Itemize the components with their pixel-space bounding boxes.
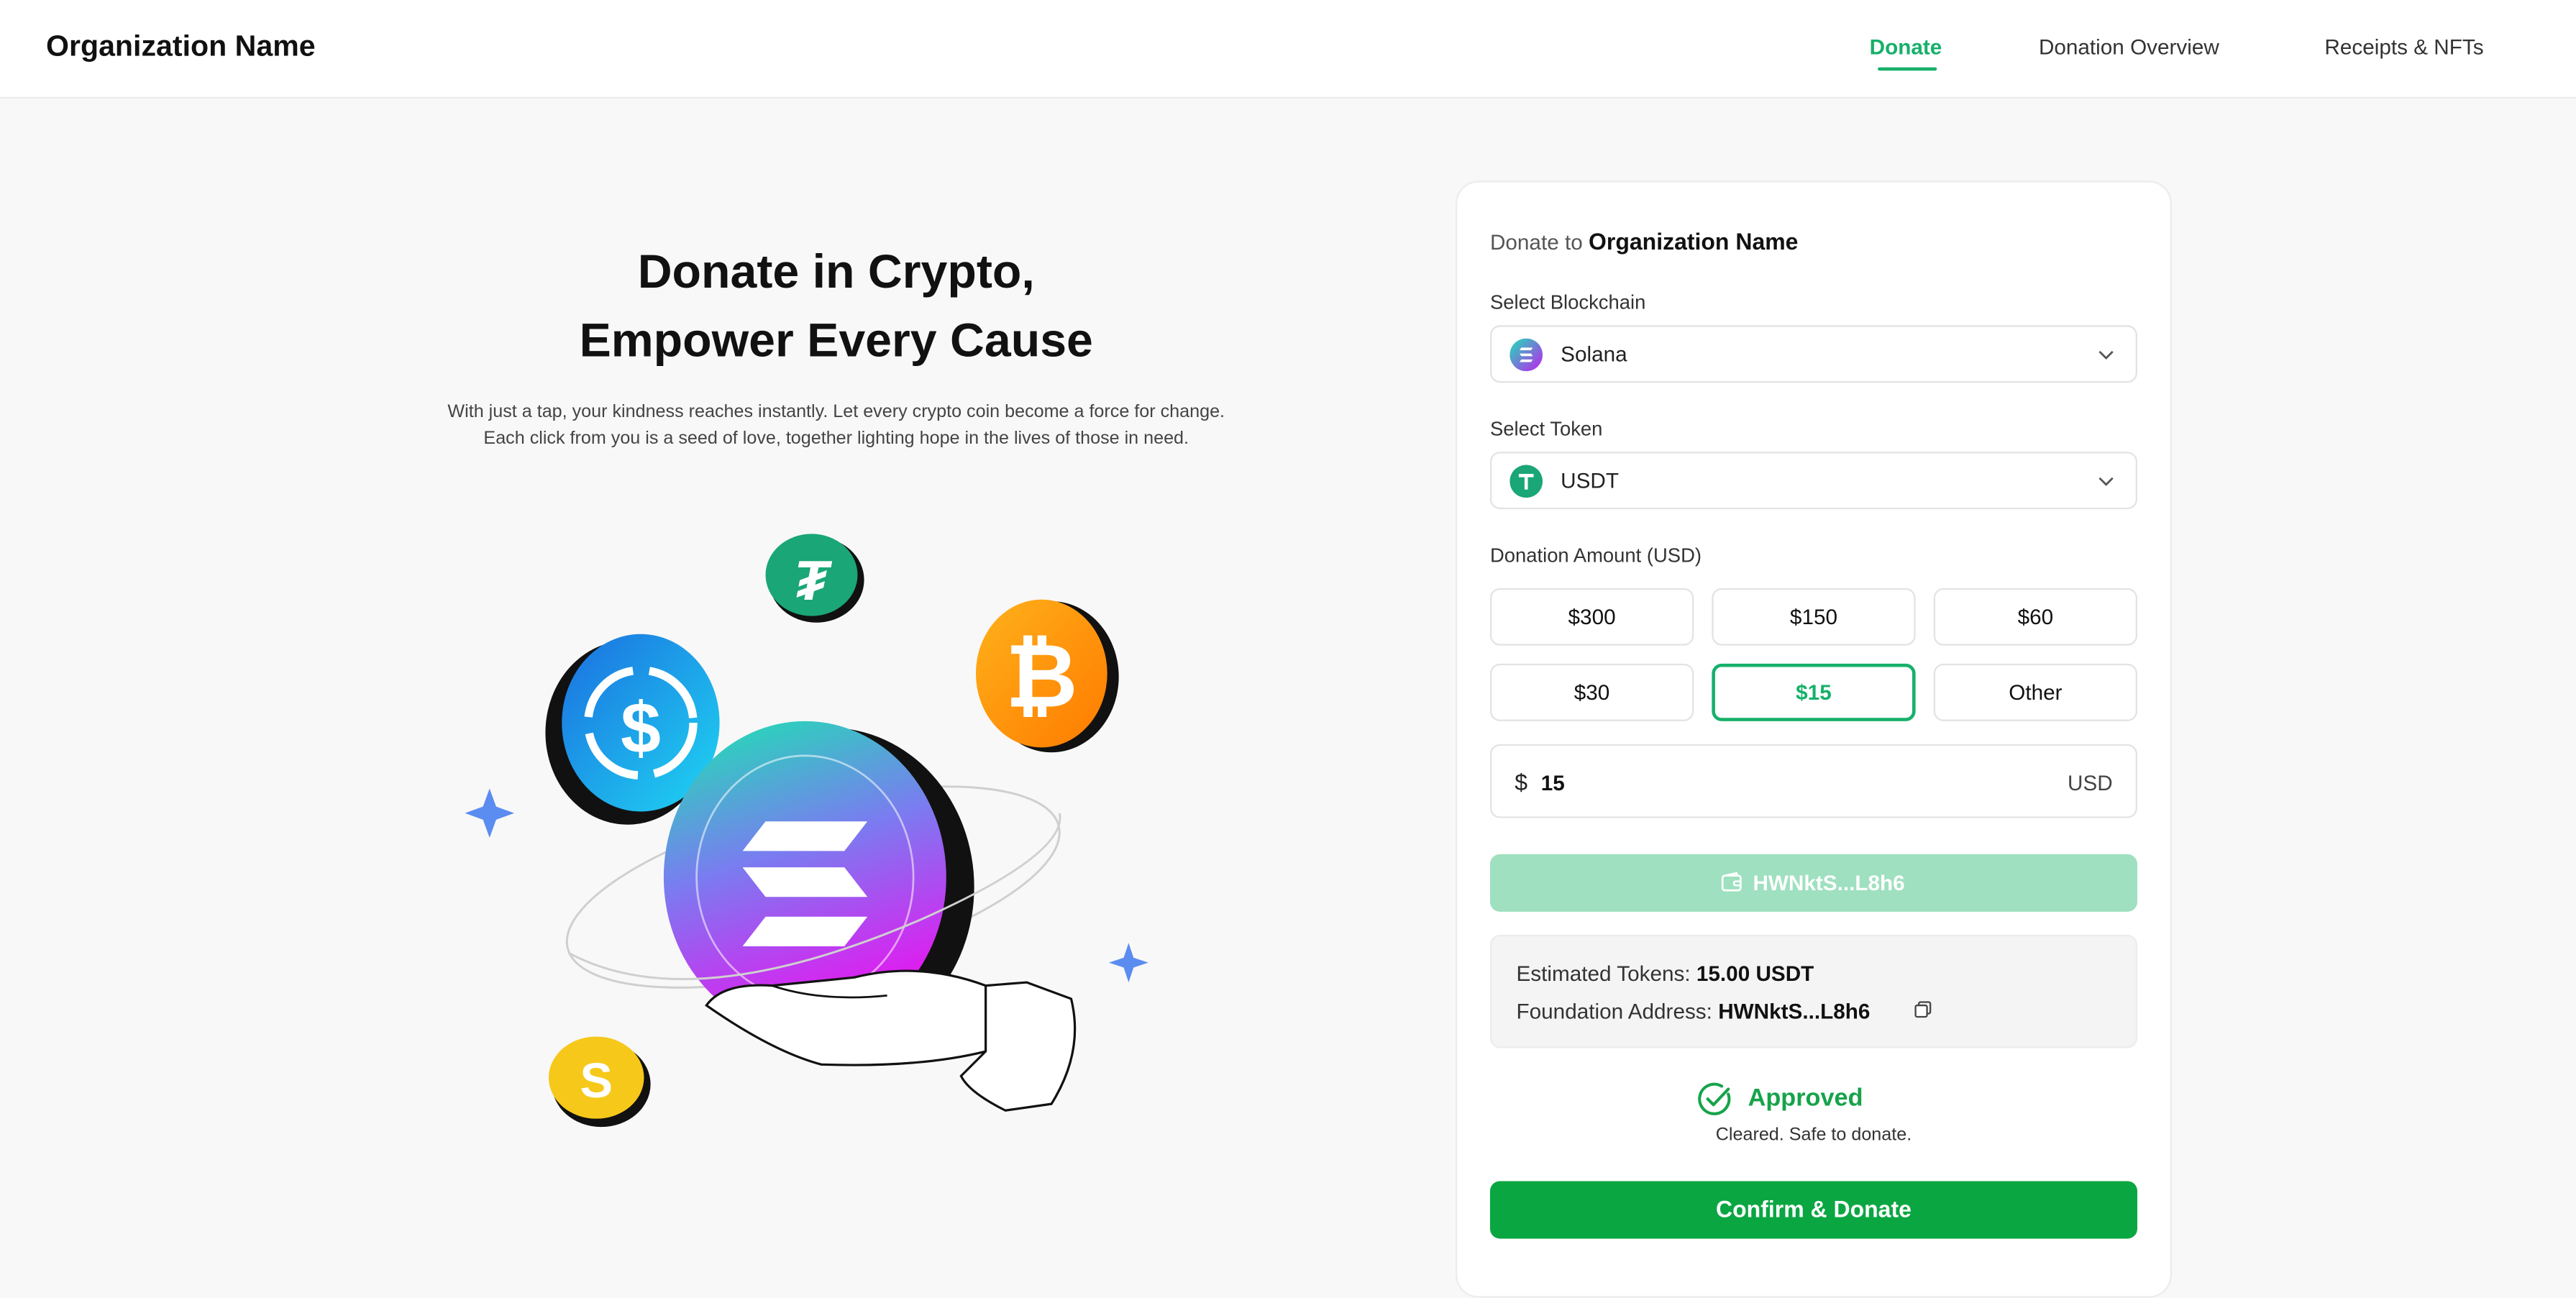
amount-label: Donation Amount (USD) xyxy=(1489,544,1702,567)
nav-active-indicator xyxy=(1878,67,1937,71)
chevron-down-icon xyxy=(2098,350,2114,360)
amount-option-other[interactable]: Other xyxy=(1933,663,2138,721)
foundation-address-row: Foundation Address: HWNktS...L8h6 xyxy=(1517,999,1871,1023)
token-label: Select Token xyxy=(1489,417,1603,441)
amount-value[interactable]: 15 xyxy=(1541,770,1565,795)
foundation-address-value: HWNktS...L8h6 xyxy=(1718,998,1871,1024)
top-navbar: Organization Name Donate Donation Overvi… xyxy=(0,0,2576,99)
solana-icon xyxy=(1509,338,1543,372)
token-select[interactable]: USDT xyxy=(1489,452,2138,510)
usdt-icon xyxy=(1509,465,1543,498)
svg-text:$: $ xyxy=(621,687,661,768)
svg-text:₮: ₮ xyxy=(795,550,833,612)
amount-option-60[interactable]: $60 xyxy=(1933,588,2138,646)
chevron-down-icon xyxy=(2098,477,2114,486)
wallet-icon xyxy=(1721,872,1742,892)
amount-option-300[interactable]: $300 xyxy=(1489,588,1694,646)
hero-title-line1: Donate in Crypto, xyxy=(637,246,1035,299)
sparkle-left-icon xyxy=(465,788,515,838)
check-circle-icon xyxy=(1698,1082,1731,1115)
approval-status-title: Approved xyxy=(1748,1084,1863,1112)
approval-status: Approved xyxy=(1697,1079,1927,1119)
estimated-tokens-row: Estimated Tokens: 15.00 USDT xyxy=(1517,961,1814,985)
brand-name[interactable]: Organization Name xyxy=(46,29,316,64)
copy-icon[interactable] xyxy=(1914,1000,1932,1018)
donation-card: Donate to Organization Name Select Block… xyxy=(1455,180,2172,1298)
estimated-tokens-label: Estimated Tokens: xyxy=(1516,961,1691,986)
page-root: Organization Name Donate Donation Overvi… xyxy=(0,0,2576,1298)
card-title: Donate to Organization Name xyxy=(1490,229,1799,255)
nav-donate[interactable]: Donate xyxy=(1870,35,1942,59)
card-title-org: Organization Name xyxy=(1589,228,1799,255)
nav-donation-overview[interactable]: Donation Overview xyxy=(2039,35,2219,59)
blockchain-value: Solana xyxy=(1561,342,1627,367)
amount-option-15[interactable]: $15 xyxy=(1712,663,1916,721)
custom-amount-input[interactable]: $ 15 USD xyxy=(1489,744,2138,818)
donation-summary-box: Estimated Tokens: 15.00 USDT Foundation … xyxy=(1489,934,2138,1048)
hero-subtitle-line1: With just a tap, your kindness reaches i… xyxy=(447,402,1225,423)
hero-subtitle-line2: Each click from you is a seed of love, t… xyxy=(483,429,1189,449)
amount-unit: USD xyxy=(2068,770,2113,795)
wallet-address-label: HWNktS...L8h6 xyxy=(1753,870,1905,895)
token-value: USDT xyxy=(1561,468,1620,493)
blockchain-label: Select Blockchain xyxy=(1489,291,1646,314)
hero-title-line2: Empower Every Cause xyxy=(579,315,1093,368)
foundation-address-label: Foundation Address: xyxy=(1516,998,1712,1024)
crypto-illustration: $ ₮ ₿ S xyxy=(465,534,1148,1128)
svg-text:S: S xyxy=(580,1053,613,1108)
connected-wallet-button[interactable]: HWNktS...L8h6 xyxy=(1489,854,2138,912)
amount-option-150[interactable]: $150 xyxy=(1712,588,1916,646)
confirm-donate-button[interactable]: Confirm & Donate xyxy=(1489,1181,2138,1239)
nav-receipts-nfts[interactable]: Receipts & NFTs xyxy=(2324,35,2483,59)
estimated-tokens-value: 15.00 USDT xyxy=(1696,961,1814,986)
svg-text:₿: ₿ xyxy=(1005,626,1078,726)
amount-option-30[interactable]: $30 xyxy=(1489,663,1694,721)
currency-symbol: $ xyxy=(1515,769,1528,795)
blockchain-select[interactable]: Solana xyxy=(1489,325,2138,383)
sparkle-right-icon xyxy=(1108,943,1148,983)
card-title-prefix: Donate to xyxy=(1489,229,1583,255)
approval-status-subtitle: Cleared. Safe to donate. xyxy=(1715,1125,1912,1146)
